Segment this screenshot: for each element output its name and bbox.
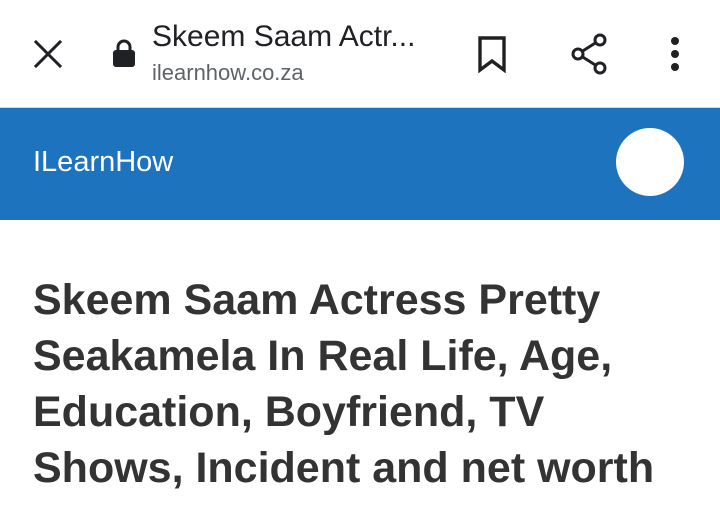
site-header: ILearnHow — [0, 108, 720, 220]
page-title: Skeem Saam Actr... — [152, 20, 416, 53]
page-url: ilearnhow.co.za — [152, 60, 304, 85]
url-title-area[interactable]: Skeem Saam Actr... ilearnhow.co.za — [152, 18, 442, 88]
close-button[interactable] — [22, 28, 74, 80]
avatar-button[interactable] — [616, 128, 684, 196]
more-vert-icon — [671, 37, 679, 71]
share-icon — [571, 33, 607, 75]
lock-icon — [113, 39, 135, 67]
bookmark-icon — [478, 36, 506, 73]
bookmark-button[interactable] — [465, 27, 519, 81]
share-button[interactable] — [562, 27, 616, 81]
site-name-link[interactable]: ILearnHow — [33, 146, 173, 179]
browser-toolbar: Skeem Saam Actr... ilearnhow.co.za — [0, 0, 720, 108]
article-title: Skeem Saam Actress Pretty Seakamela In R… — [33, 276, 655, 492]
more-menu-button[interactable] — [648, 27, 702, 81]
close-icon — [33, 39, 63, 69]
